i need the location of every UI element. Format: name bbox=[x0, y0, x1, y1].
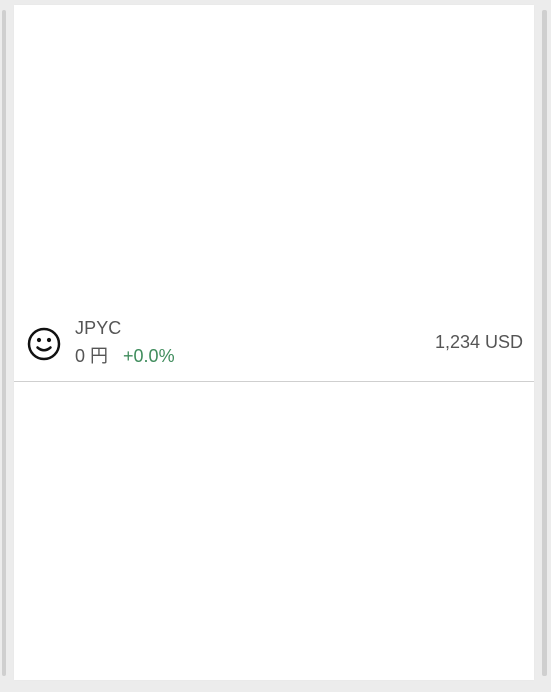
token-usd-value: 1,234 USD bbox=[434, 332, 523, 352]
smiley-icon bbox=[26, 326, 62, 362]
token-balance-line: 0 円 +0.0% bbox=[75, 345, 175, 367]
left-scroll-rail bbox=[2, 10, 6, 676]
token-row-jpyc[interactable]: JPYC 0 円 +0.0% 1,234 USD bbox=[14, 314, 534, 382]
price-change: +0.0% bbox=[123, 346, 175, 366]
token-symbol: JPYC bbox=[75, 318, 122, 338]
token-balance: 0 円 bbox=[75, 346, 109, 366]
wallet-screen: JPYC 0 円 +0.0% 1,234 USD bbox=[0, 0, 551, 692]
token-info: JPYC 0 円 +0.0% bbox=[75, 316, 335, 372]
right-scroll-rail bbox=[542, 10, 547, 676]
